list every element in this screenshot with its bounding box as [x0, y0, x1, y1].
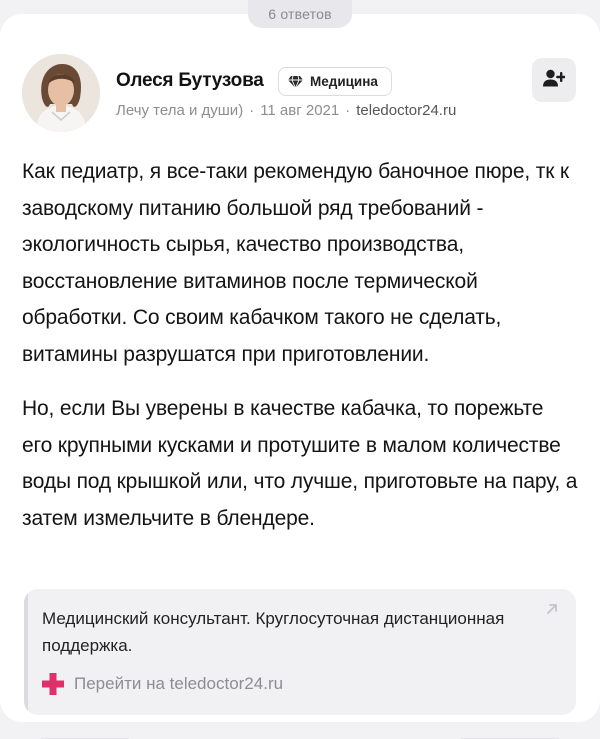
author-name[interactable]: Олеся Бутузова [116, 70, 264, 92]
promo-description: Медицинский консультант. Круглосуточная … [42, 609, 505, 655]
badge-label: Медицина [310, 74, 378, 89]
promo-link-label: Перейти на teledoctor24.ru [74, 674, 284, 693]
answer-body: Как педиатр, я все-таки рекомендую баноч… [22, 154, 578, 537]
author-bio: Лечу тела и души) [116, 102, 244, 119]
subscribe-button[interactable] [532, 58, 576, 102]
answers-count-pill[interactable]: 6 ответов [248, 0, 352, 28]
separator-dot: · [249, 102, 255, 119]
answer-paragraph: Как педиатр, я все-таки рекомендую баноч… [22, 160, 569, 366]
next-content-edge [40, 730, 560, 739]
separator-dot: · [345, 102, 351, 119]
author-site-link[interactable]: teledoctor24.ru [356, 102, 456, 119]
author-avatar[interactable] [22, 54, 100, 132]
page: Олеся Бутузова Медицина Лечу тела и души… [0, 0, 600, 739]
avatar-photo [22, 54, 100, 132]
diamond-icon [288, 75, 303, 88]
promo-link[interactable]: Перейти на teledoctor24.ru [42, 671, 283, 697]
expert-badge[interactable]: Медицина [278, 67, 392, 96]
medical-plus-icon [42, 673, 64, 695]
answer-paragraph: Но, если Вы уверены в качестве кабачка, … [22, 397, 578, 530]
author-promo-block[interactable]: Медицинский консультант. Круглосуточная … [24, 589, 576, 715]
promo-accent-bar [24, 589, 28, 715]
arrow-up-right-icon [544, 601, 560, 617]
add-user-icon [543, 69, 567, 92]
author-meta: Лечу тела и души) · 11 авг 2021 · teledoctor… [116, 102, 456, 119]
answer-date[interactable]: 11 авг 2021 [260, 102, 339, 119]
